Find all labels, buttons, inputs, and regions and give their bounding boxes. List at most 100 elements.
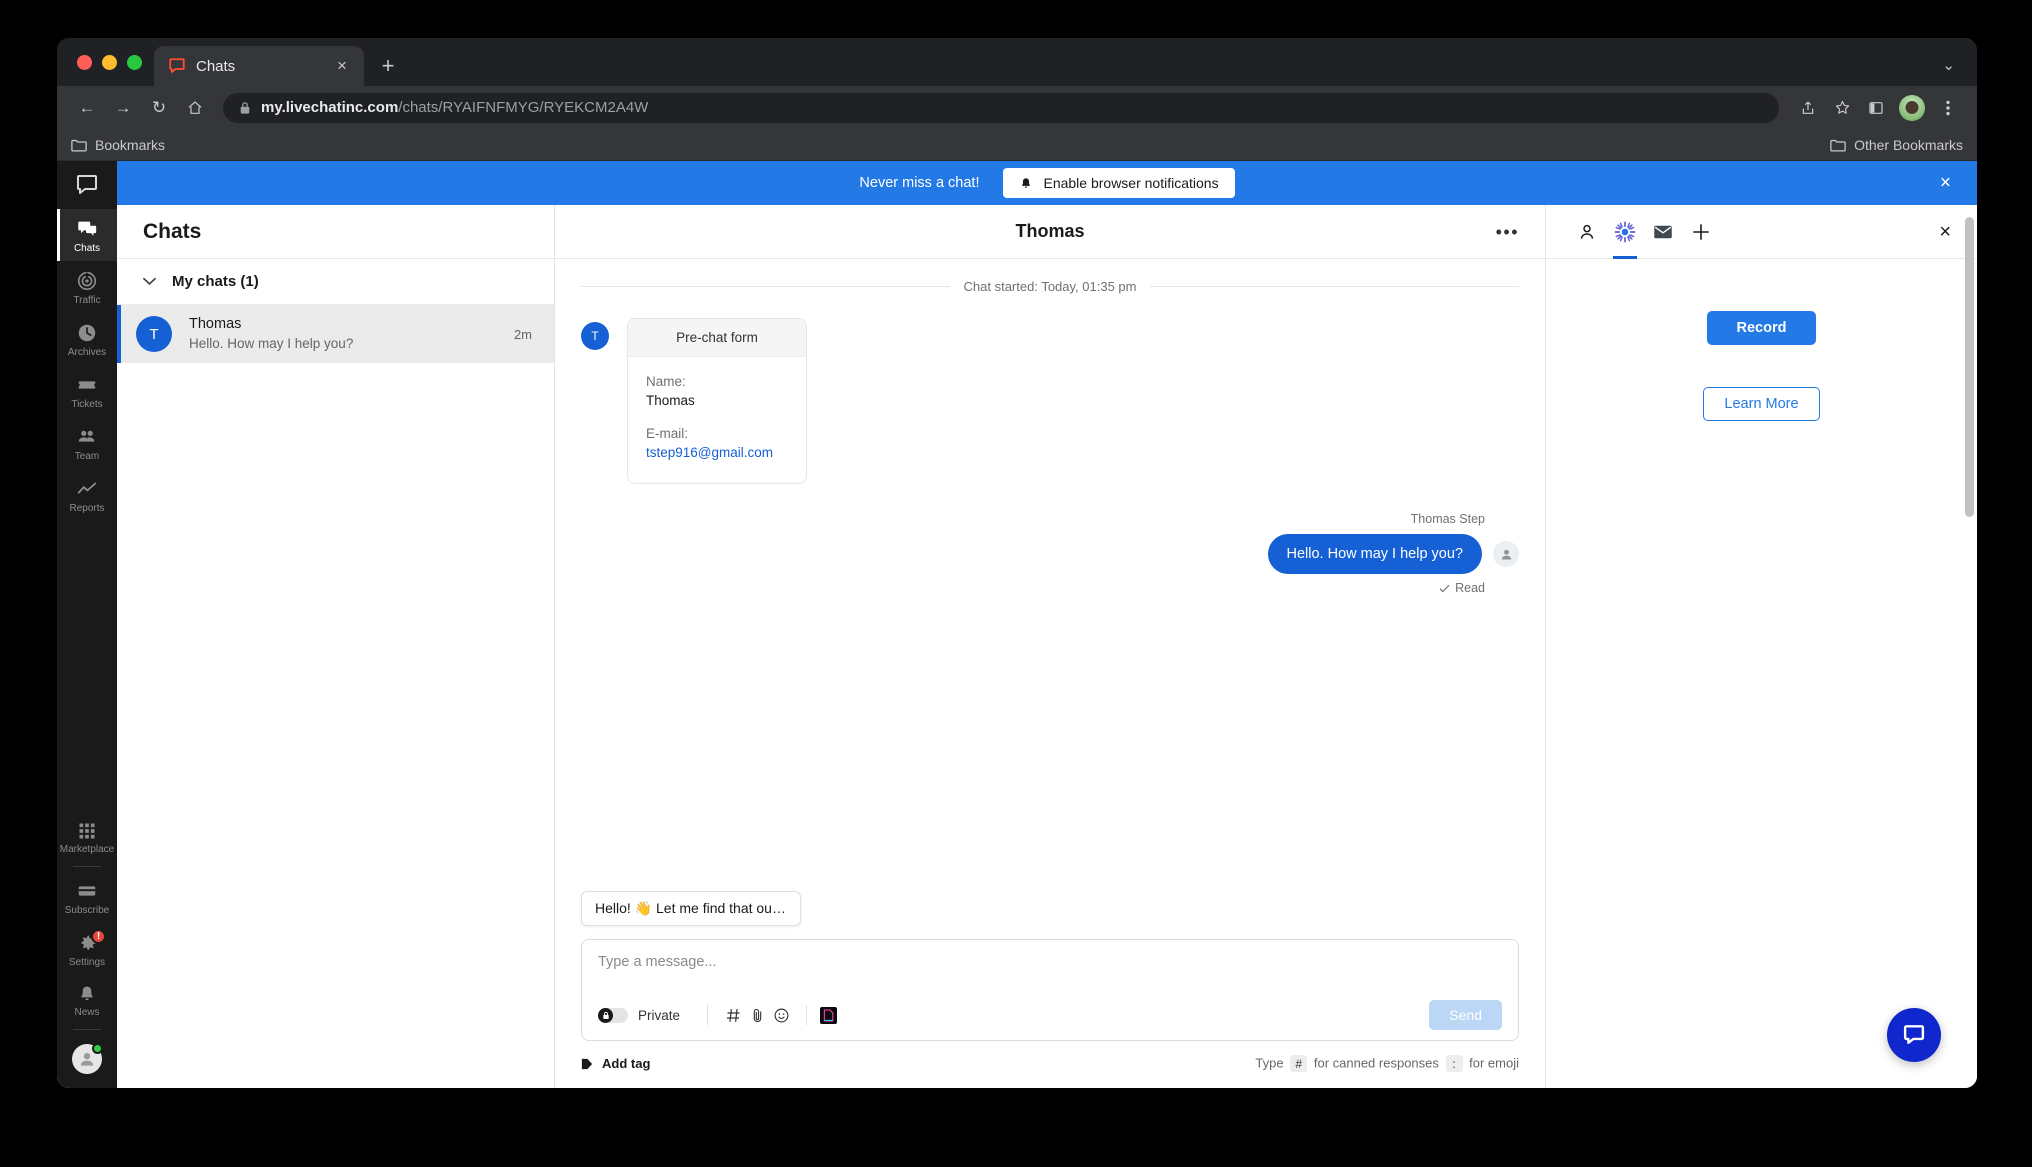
details-tab-apps[interactable] [1606,205,1644,259]
chat-item-preview: Hello. How may I help you? [189,336,354,351]
address-bar-url: my.livechatinc.com/chats/RYAIFNFMYG/RYEK… [261,99,648,116]
banner-text: Never miss a chat! [859,175,980,191]
conversation-panel: Thomas ••• Chat started: Today, 01:35 pm… [555,205,1545,1088]
chat-item-name: Thomas [189,316,242,332]
url-path: /chats/RYAIFNFMYG/RYEKCM2A4W [398,99,649,116]
profile-avatar[interactable] [1899,94,1925,121]
chat-started-divider: Chat started: Today, 01:35 pm [581,279,1519,294]
attachment-icon[interactable] [745,1003,769,1027]
emoji-icon[interactable] [769,1003,793,1027]
side-panel-icon[interactable] [1861,93,1891,123]
back-button[interactable]: ← [71,92,103,124]
bookmark-star-icon[interactable] [1827,93,1857,123]
private-mode-toggle[interactable]: Private [598,1007,681,1023]
sidebar-item-team[interactable]: Team [57,417,117,469]
details-tab-customer[interactable] [1568,205,1606,259]
prechat-email-label: E-mail: [646,426,689,441]
share-icon[interactable] [1793,93,1823,123]
conversation-title: Thomas [1015,221,1085,241]
browser-tab-title: Chats [196,57,236,75]
sidebar-item-marketplace[interactable]: Marketplace [57,812,117,862]
record-button[interactable]: Record [1706,311,1817,345]
scrollbar-thumb[interactable] [1965,217,1974,517]
browser-toolbar: ← → ↻ my.livechatinc.com/chats/RYAIFNFMY… [57,86,1977,129]
chat-group-my-chats[interactable]: My chats (1) [117,259,554,305]
folder-icon [71,139,87,151]
browser-tab[interactable]: Chats × [154,46,364,86]
chat-item-main: Thomas Hello. How may I help you? [189,315,497,353]
mail-icon [1654,225,1672,238]
chat-list-item[interactable]: T Thomas Hello. How may I help you? 2m [117,305,554,363]
details-tab-add[interactable] [1682,205,1720,259]
enable-notifications-button[interactable]: Enable browser notifications [1003,168,1235,198]
sidebar-label-news: News [74,1007,100,1018]
bookmarks-folder[interactable]: Bookmarks [71,137,165,153]
toggle-switch[interactable] [598,1007,628,1023]
app-body: Chats My chats (1) T Thomas Hello. How m… [117,205,1977,1088]
team-icon [78,430,95,442]
reports-chart-icon [77,482,97,494]
reload-button[interactable]: ↻ [143,92,175,124]
sidebar-label-settings: Settings [68,957,106,968]
sidebar-item-reports[interactable]: Reports [57,469,117,521]
archives-clock-icon [78,324,96,342]
agent-avatar-icon [1493,541,1519,567]
other-bookmarks-folder[interactable]: Other Bookmarks [1830,137,1963,153]
learn-more-button[interactable]: Learn More [1703,387,1820,421]
chrome-menu-icon[interactable] [1933,93,1963,123]
account-avatar[interactable] [72,1043,103,1074]
add-tag-label: Add tag [602,1056,651,1071]
chevron-down-icon[interactable] [143,274,156,289]
conversation-options-icon[interactable]: ••• [1496,223,1519,241]
livechat-widget-button[interactable] [1887,1008,1941,1062]
livechat-logo-icon[interactable] [57,161,117,209]
hint-prefix: Type [1255,1055,1284,1071]
details-panel-header: × [1546,205,1977,259]
tab-close-icon[interactable]: × [330,54,354,78]
sidebar-item-news[interactable]: News [57,975,117,1025]
send-button[interactable]: Send [1429,1000,1502,1030]
hash-icon[interactable] [721,1003,745,1027]
sidebar-label-reports: Reports [69,503,105,514]
conversation-header: Thomas ••• [555,205,1545,259]
banner-close-icon[interactable]: × [1940,174,1951,193]
forward-button[interactable]: → [107,92,139,124]
new-tab-button[interactable]: + [376,53,400,78]
lock-icon [239,101,251,115]
close-window-button[interactable] [77,54,92,70]
livechat-bubble-icon [1903,1025,1925,1044]
address-bar[interactable]: my.livechatinc.com/chats/RYAIFNFMYG/RYEK… [223,92,1779,123]
chat-group-label: My chats (1) [172,273,259,290]
sidebar-divider [73,866,101,867]
minimize-window-button[interactable] [102,54,117,70]
home-button[interactable] [179,92,211,124]
sidebar-item-subscribe[interactable]: Subscribe [57,871,117,923]
suggested-reply-chip[interactable]: Hello! 👋 Let me find that out f… [581,891,801,926]
tab-search-chevron-icon[interactable]: ⌄ [1942,56,1955,74]
notification-banner: Never miss a chat! Enable browser notifi… [117,161,1977,205]
composer-hint: Type # for canned responses : for emoji [1255,1055,1519,1072]
sidebar-item-settings[interactable]: ! Settings [57,923,117,975]
sidebar-item-chats[interactable]: Chats [57,209,117,261]
app-icon[interactable] [820,1006,838,1024]
settings-alert-badge: ! [91,929,106,944]
chat-avatar: T [136,316,172,352]
page-scrollbar[interactable] [1964,217,1975,1082]
sidebar-item-tickets[interactable]: Tickets [57,365,117,417]
message-composer[interactable]: Type a message... Private Send [581,939,1519,1041]
details-tab-mail[interactable] [1644,205,1682,259]
private-label: Private [638,1007,681,1023]
browser-tab-strip: Chats × + ⌄ [57,38,1977,86]
add-tag-button[interactable]: Add tag [581,1056,650,1071]
message-input[interactable]: Type a message... [598,954,1502,990]
details-close-icon[interactable]: × [1939,222,1951,242]
visitor-avatar: T [581,322,609,350]
prechat-email-value[interactable]: tstep916@gmail.com [646,443,788,463]
enable-notifications-label: Enable browser notifications [1043,175,1219,191]
maximize-window-button[interactable] [127,54,142,70]
message-status: Read [1439,581,1519,595]
sidebar-item-archives[interactable]: Archives [57,313,117,365]
prechat-form-body: Name: Thomas E-mail: tstep916@gmail.com [628,357,806,483]
message-thread: Chat started: Today, 01:35 pm T Pre-chat… [555,259,1545,891]
sidebar-item-traffic[interactable]: Traffic [57,261,117,313]
